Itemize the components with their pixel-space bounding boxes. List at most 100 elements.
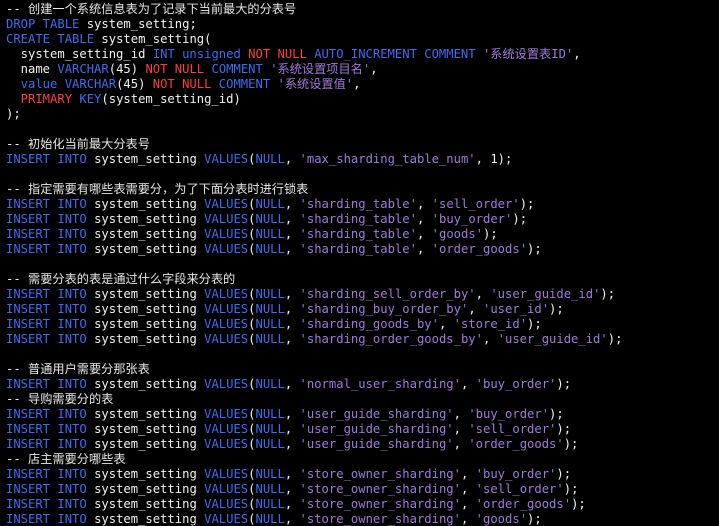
code-token: ( (248, 497, 256, 511)
code-token: , (284, 302, 300, 316)
code-token: ); (549, 302, 564, 316)
code-token: system_setting_id (6, 47, 153, 61)
code-token: NULL (255, 212, 285, 226)
code-token: , (370, 62, 378, 76)
code-token: VALUES (204, 512, 249, 526)
code-token: NOT NULL (152, 77, 219, 91)
code-token: ); (563, 437, 579, 451)
code-token: -- 店主需要分哪些表 (6, 452, 126, 466)
code-token: INSERT INTO (6, 212, 95, 226)
code-token: , (460, 377, 476, 391)
code-token: , (284, 467, 300, 481)
code-line: -- 导购需要分的表 (6, 392, 113, 407)
code-token: VALUES (204, 287, 249, 301)
code-line: INSERT INTO system_setting VALUES(NULL, … (6, 197, 534, 212)
code-token: ( (248, 197, 256, 211)
code-token: INSERT INTO (6, 242, 95, 256)
code-token: 'store_id' (453, 317, 528, 331)
code-token: , (284, 227, 300, 241)
code-token: INSERT INTO (6, 152, 95, 166)
code-token: system_setting (94, 332, 205, 346)
code-token: VALUES (204, 422, 249, 436)
code-token: INSERT INTO (6, 197, 95, 211)
code-token: ( (248, 302, 256, 316)
code-token: 'order_goods' (468, 437, 564, 451)
code-token: , 1); (475, 152, 513, 166)
code-token: system_setting; (86, 17, 197, 31)
code-token: (system_setting_id) (101, 92, 241, 106)
code-token: INSERT INTO (6, 287, 95, 301)
code-line: INSERT INTO system_setting VALUES(NULL, … (6, 317, 542, 332)
code-line: INSERT INTO system_setting VALUES(NULL, … (6, 482, 578, 497)
code-token: , (284, 317, 300, 331)
code-token: NULL (255, 497, 285, 511)
code-line: -- 创建一个系统信息表为了记录下当前最大的分表号 (6, 2, 296, 17)
code-line: -- 初始化当前最大分表号 (6, 137, 150, 152)
code-token: system_setting (94, 287, 205, 301)
code-token: AUTO_INCREMENT COMMENT (314, 47, 483, 61)
code-token: 'sharding_sell_order_by' (299, 287, 476, 301)
code-token: ( (248, 287, 256, 301)
code-token: system_setting (94, 377, 205, 391)
code-token: 'store_owner_sharding' (299, 467, 461, 481)
code-token: COMMENT (218, 77, 278, 91)
code-token: , (284, 512, 300, 526)
code-token: VALUES (204, 302, 249, 316)
code-token: , (460, 482, 476, 496)
code-token: 'sharding_table' (299, 227, 417, 241)
code-token: INSERT INTO (6, 332, 95, 346)
code-token: ); (6, 107, 21, 121)
code-token: VALUES (204, 437, 249, 451)
code-token: VALUES (204, 467, 249, 481)
code-token: , (453, 407, 469, 421)
code-line: value VARCHAR(45) NOT NULL COMMENT '系统设置… (6, 77, 361, 92)
code-token: KEY (79, 92, 102, 106)
code-token: system_setting( (101, 32, 212, 46)
code-token: DROP TABLE (6, 17, 87, 31)
code-token: NULL (255, 317, 285, 331)
code-line: INSERT INTO system_setting VALUES(NULL, … (6, 422, 571, 437)
code-token: (45) (116, 77, 153, 91)
code-token: , (460, 512, 476, 526)
code-token: INSERT INTO (6, 377, 95, 391)
code-token: ( (248, 377, 256, 391)
code-token: INSERT INTO (6, 227, 95, 241)
code-editor[interactable]: -- 创建一个系统信息表为了记录下当前最大的分表号 DROP TABLE syst… (0, 0, 719, 526)
code-token: system_setting (94, 422, 205, 436)
code-token: system_setting (94, 212, 205, 226)
code-line: -- 指定需要有哪些表需要分，为了下面分表时进行锁表 (6, 182, 308, 197)
code-token: system_setting (94, 227, 205, 241)
code-token: NULL (255, 437, 285, 451)
code-line: INSERT INTO system_setting VALUES(NULL, … (6, 437, 578, 452)
code-token: INSERT INTO (6, 437, 95, 451)
code-token: ( (248, 152, 256, 166)
code-line: -- 普通用户需要分那张表 (6, 362, 150, 377)
code-token: , (416, 227, 432, 241)
code-token: 'sell_order' (475, 482, 564, 496)
code-line: INSERT INTO system_setting VALUES(NULL, … (6, 497, 586, 512)
code-token: NULL (255, 197, 285, 211)
code-token: ); (527, 317, 542, 331)
code-token: -- 创建一个系统信息表为了记录下当前最大的分表号 (6, 2, 297, 16)
code-token: 'buy_order' (475, 377, 557, 391)
code-line: INSERT INTO system_setting VALUES(NULL, … (6, 287, 615, 302)
code-line: INSERT INTO system_setting VALUES(NULL, … (6, 227, 498, 242)
code-line: INSERT INTO system_setting VALUES(NULL, … (6, 152, 512, 167)
code-token: system_setting (94, 497, 205, 511)
code-token: VALUES (204, 212, 249, 226)
code-token: NOT NULL (145, 62, 212, 76)
code-token: system_setting (94, 317, 205, 331)
code-token: ( (248, 332, 256, 346)
code-line: INSERT INTO system_setting VALUES(NULL, … (6, 377, 571, 392)
code-line: -- 需要分表的表是通过什么字段来分表的 (6, 272, 235, 287)
code-token: COMMENT (211, 62, 271, 76)
code-token: (45) (108, 62, 146, 76)
code-token: 'user_guide_id' (490, 287, 601, 301)
code-token: 'store_owner_sharding' (299, 482, 461, 496)
code-token: system_setting (94, 437, 205, 451)
code-token: 'user_guide_sharding' (299, 437, 454, 451)
code-token: INSERT INTO (6, 467, 95, 481)
code-token: , (284, 197, 300, 211)
code-token: NOT NULL (248, 47, 315, 61)
code-token: 'normal_user_sharding' (299, 377, 461, 391)
